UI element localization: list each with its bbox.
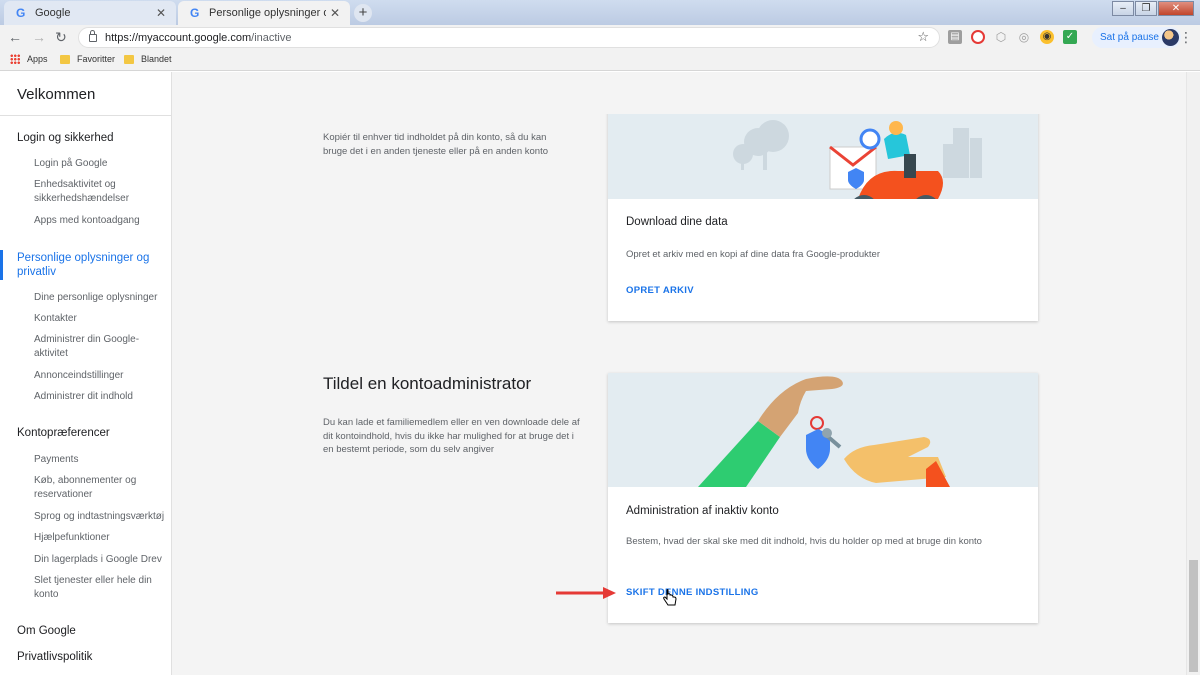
opera-icon[interactable]	[971, 30, 985, 44]
section-title: Tildel en kontoadministrator	[323, 374, 532, 393]
avatar	[1161, 29, 1179, 46]
sidebar-section-preferences[interactable]: Kontopræferencer	[17, 427, 110, 439]
reload-icon[interactable]: ↻	[52, 28, 70, 46]
google-favicon-icon: G	[190, 6, 200, 20]
tab-google[interactable]: G Google ✕	[4, 1, 176, 25]
google-favicon-icon: G	[16, 6, 26, 20]
bookmark-apps[interactable]: Apps	[10, 54, 48, 64]
tab-personal-info[interactable]: G Personlige oplysninger og privatliv ✕	[178, 1, 350, 25]
window-close-button[interactable]: ✕	[1158, 1, 1194, 16]
bookmark-label: Apps	[27, 54, 48, 64]
sidebar-welcome[interactable]: Velkommen	[17, 86, 95, 103]
window-controls: – ❐ ✕	[1111, 1, 1194, 16]
settings-extension-icon[interactable]: ◎	[1017, 30, 1031, 44]
menu-dots-icon[interactable]: ⋮	[1179, 29, 1193, 46]
lens-extension-icon[interactable]: ◉	[1040, 30, 1054, 44]
inactive-account-card: Administration af inaktiv konto Bestem, …	[608, 373, 1038, 623]
hand-key-illustration	[608, 373, 1038, 487]
tab-title: Personlige oplysninger og privatliv	[209, 7, 326, 19]
sidebar-item[interactable]: Hjælpefunktioner	[34, 531, 166, 545]
checkmark-extension-icon[interactable]: ✓	[1063, 30, 1077, 44]
close-tab-icon[interactable]: ✕	[156, 6, 166, 20]
card-text: Opret et arkiv med en kopi af dine data …	[626, 249, 880, 260]
change-setting-button[interactable]: SKIFT DENNE INDSTILLING	[626, 587, 759, 598]
sidebar-section-privacy-policy[interactable]: Privatlivspolitik	[17, 651, 92, 663]
bookmarks-bar: Apps Favoritter Blandet	[0, 50, 1200, 71]
bookmark-blandet[interactable]: Blandet	[124, 54, 172, 64]
sidebar-item[interactable]: Slet tjenester eller hele din konto	[34, 574, 166, 602]
url-path: /inactive	[251, 31, 292, 44]
bookmark-label: Blandet	[141, 54, 172, 64]
scrollbar[interactable]	[1186, 72, 1200, 675]
browser-tabstrip: G Google ✕ G Personlige oplysninger og p…	[0, 0, 1200, 25]
inactive-account-description: Du kan lade et familiemedlem eller en ve…	[323, 417, 580, 455]
dropbox-icon[interactable]: ⬡	[994, 30, 1008, 44]
sidebar-item[interactable]: Login på Google	[34, 157, 166, 171]
close-tab-icon[interactable]: ✕	[330, 6, 340, 20]
card-title: Download dine data	[626, 216, 728, 228]
card-text: Bestem, hvad der skal ske med dit indhol…	[626, 536, 982, 547]
sidebar-item[interactable]: Administrer din Google-aktivitet	[34, 333, 166, 361]
bookmark-label: Favoritter	[77, 54, 116, 64]
tab-title: Google	[35, 7, 71, 19]
card-title: Administration af inaktiv konto	[626, 505, 779, 517]
annotation-arrow-icon	[556, 587, 616, 599]
scrollbar-thumb[interactable]	[1189, 560, 1198, 672]
hand-cursor-icon	[663, 589, 677, 606]
folder-icon	[124, 54, 134, 64]
sidebar-section-login[interactable]: Login og sikkerhed	[17, 132, 114, 144]
sidebar-section-personal-info[interactable]: Personlige oplysninger og privatliv	[17, 251, 157, 279]
url-host: https://myaccount.google.com	[105, 31, 252, 44]
bookmark-star-icon[interactable]: ☆	[917, 29, 929, 45]
sidebar-item[interactable]: Dine personlige oplysninger	[34, 291, 166, 305]
forward-arrow-icon[interactable]: →	[30, 28, 48, 46]
sidebar-item[interactable]: Køb, abonnementer og reservationer	[34, 474, 166, 502]
back-arrow-icon[interactable]: ←	[6, 28, 24, 46]
bookmark-favoritter[interactable]: Favoritter	[60, 54, 115, 64]
extension-icon[interactable]: ▤	[948, 30, 962, 44]
sidebar-section-about[interactable]: Om Google	[17, 625, 76, 637]
download-data-card: Download dine data Opret et arkiv med en…	[608, 114, 1038, 321]
new-tab-button[interactable]: +	[354, 4, 372, 22]
main-content: Kopiér til enhver tid indholdet på din k…	[172, 114, 1186, 675]
minimize-button[interactable]: –	[1112, 1, 1134, 16]
divider	[0, 115, 171, 116]
copy-data-description: Kopiér til enhver tid indholdet på din k…	[323, 132, 549, 157]
sidebar-item[interactable]: Din lagerplads i Google Drev	[34, 553, 166, 567]
sidebar-item[interactable]: Apps med kontoadgang	[34, 214, 166, 228]
extension-icons: ▤ ⬡ ◎ ◉ ✓	[948, 30, 1086, 44]
create-archive-button[interactable]: OPRET ARKIV	[626, 285, 694, 296]
profile-status: Sat på pause	[1100, 32, 1159, 43]
address-bar[interactable]: https://myaccount.google.com/inactive ☆	[78, 27, 940, 48]
sidebar-item[interactable]: Administrer dit indhold	[34, 390, 166, 404]
active-indicator	[0, 250, 3, 280]
sidebar-item[interactable]: Sprog og indtastningsværktøj	[34, 510, 166, 524]
profile-paused-chip[interactable]: Sat på pause	[1092, 27, 1181, 48]
sidebar-item[interactable]: Kontakter	[34, 312, 166, 326]
sidebar-item[interactable]: Payments	[34, 453, 166, 467]
restore-button[interactable]: ❐	[1135, 1, 1157, 16]
page: Velkommen Login og sikkerhed Login på Go…	[0, 72, 1200, 675]
browser-toolbar: ← → ↻ https://myaccount.google.com/inact…	[0, 25, 1200, 50]
folder-icon	[60, 54, 70, 64]
lock-icon	[89, 29, 97, 42]
sidebar-item[interactable]: Annonceindstillinger	[34, 369, 166, 383]
sidebar: Velkommen Login og sikkerhed Login på Go…	[0, 72, 172, 675]
scooter-illustration	[608, 114, 1038, 199]
sidebar-item[interactable]: Enhedsaktivitet og sikkerhedshændelser	[34, 178, 166, 206]
apps-grid-icon	[10, 54, 20, 64]
